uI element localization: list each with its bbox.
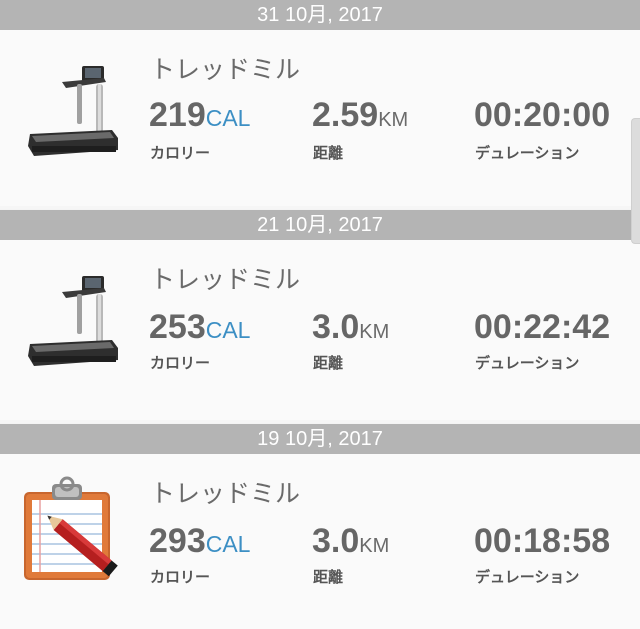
duration-label: デュレーション [475, 568, 580, 586]
distance-value: 3.0KM [312, 522, 389, 561]
workout-type: トレッドミル [150, 55, 301, 84]
scroll-handle[interactable] [631, 118, 640, 244]
distance-number: 3.0 [312, 522, 360, 560]
duration-value: 00:20:00 [474, 96, 610, 135]
duration-number: 00:20:00 [474, 96, 611, 134]
distance-unit: KM [359, 535, 390, 557]
treadmill-icon [22, 270, 126, 374]
treadmill-icon [22, 60, 126, 164]
duration-label: デュレーション [475, 144, 580, 162]
clipboard-pencil-icon [22, 476, 126, 580]
calories-number: 293 [149, 522, 206, 560]
distance-value: 3.0KM [312, 308, 389, 347]
calories-value: 253CAL [149, 308, 250, 347]
date-header: 19 10月, 2017 [0, 424, 640, 454]
workout-card[interactable]: トレッドミル 253CAL カロリー 3.0KM 距離 00:22:42 デュレ… [0, 240, 640, 420]
date-header: 31 10月, 2017 [0, 0, 640, 30]
duration-value: 00:18:58 [474, 522, 610, 561]
distance-number: 2.59 [312, 96, 379, 134]
calories-label: カロリー [150, 144, 211, 162]
duration-value: 00:22:42 [474, 308, 610, 347]
workout-type: トレッドミル [150, 479, 301, 508]
calories-label: カロリー [150, 354, 211, 372]
calories-value: 219CAL [149, 96, 250, 135]
duration-number: 00:22:42 [474, 308, 611, 346]
calories-number: 253 [149, 308, 206, 346]
distance-label: 距離 [313, 354, 344, 372]
calories-label: カロリー [150, 568, 211, 586]
workout-type: トレッドミル [150, 265, 301, 294]
workout-card[interactable]: トレッドミル 293CAL カロリー 3.0KM 距離 00:18:58 デュレ… [0, 454, 640, 629]
distance-unit: KM [378, 109, 409, 131]
distance-number: 3.0 [312, 308, 360, 346]
distance-label: 距離 [313, 568, 344, 586]
distance-label: 距離 [313, 144, 344, 162]
distance-unit: KM [359, 321, 390, 343]
distance-value: 2.59KM [312, 96, 408, 135]
workout-card[interactable]: トレッドミル 219CAL カロリー 2.59KM 距離 00:20:00 デュ… [0, 30, 640, 206]
duration-label: デュレーション [475, 354, 580, 372]
calories-unit: CAL [205, 105, 251, 131]
calories-value: 293CAL [149, 522, 250, 561]
duration-number: 00:18:58 [474, 522, 611, 560]
calories-unit: CAL [205, 531, 251, 557]
calories-number: 219 [149, 96, 206, 134]
date-header: 21 10月, 2017 [0, 210, 640, 240]
calories-unit: CAL [205, 317, 251, 343]
